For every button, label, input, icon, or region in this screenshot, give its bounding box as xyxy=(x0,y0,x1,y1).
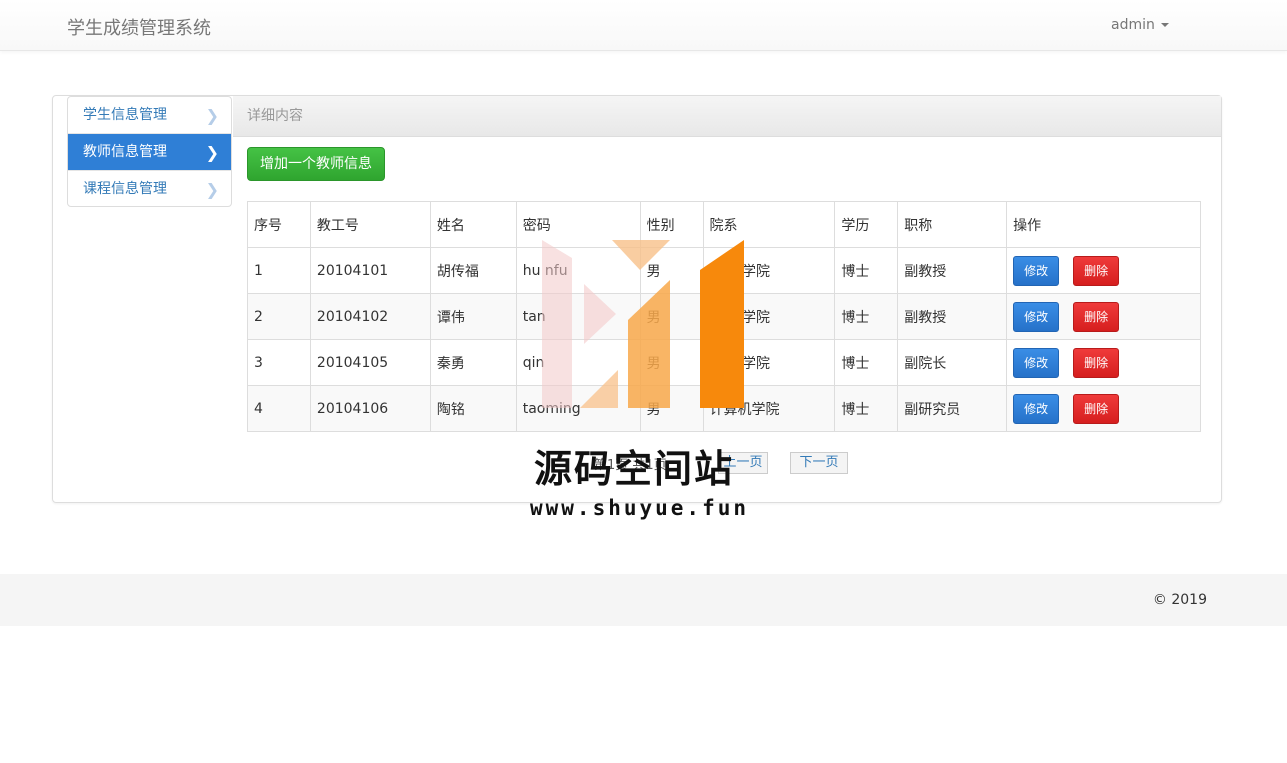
cell-degree: 博士 xyxy=(834,293,899,340)
cell-degree: 博士 xyxy=(834,247,899,294)
next-page-button[interactable]: 下一页 xyxy=(790,452,848,474)
chevron-right-icon: ❯ xyxy=(205,106,219,125)
table-row: 1 20104101 胡传福 hu nfu 男 计 机学院 博士 副教授 修改删… xyxy=(247,247,1201,294)
delete-button[interactable]: 删除 xyxy=(1073,255,1120,286)
column-header: 操作 xyxy=(1006,201,1201,248)
cell-actions: 修改 删除 xyxy=(1006,247,1201,294)
sidebar-item-teachers[interactable]: 教师信息管理 ❯ xyxy=(68,134,231,171)
cell-id: 20104106 xyxy=(309,385,431,432)
cell-name: 秦勇 xyxy=(429,339,517,386)
pager-info: 第1页 共1页 xyxy=(594,458,667,473)
delete-button[interactable]: 删除 xyxy=(1073,347,1120,378)
cell-actions: 修改 删除 xyxy=(1006,339,1201,386)
delete-button[interactable]: 删除 xyxy=(1073,393,1120,424)
edit-button[interactable]: 修改 xyxy=(1013,347,1060,378)
cell-dept: 计 机学院 xyxy=(702,293,836,340)
cell-name: 谭伟 xyxy=(429,293,517,340)
cell-password: tan xyxy=(515,293,641,340)
cell-no: 4 xyxy=(247,385,311,432)
cell-no: 1 xyxy=(247,247,311,294)
table-row: 4 20104106 陶铭 taoming 男 计算机学院 博士 副研究员 修改… xyxy=(247,385,1201,432)
column-header: 学历 xyxy=(834,201,899,248)
column-header: 院系 xyxy=(702,201,836,248)
sidebar-item-students[interactable]: 学生信息管理 ❯ xyxy=(68,97,231,134)
app-title[interactable]: 学生成绩管理系统 xyxy=(67,14,211,40)
cell-dept: 计算机学院 xyxy=(702,385,836,432)
sidebar-item-label: 课程信息管理 xyxy=(83,181,167,197)
add-teacher-button[interactable]: 增加一个教师信息 xyxy=(247,147,385,181)
panel-heading: 详细内容 xyxy=(233,96,1221,137)
column-header: 职称 xyxy=(897,201,1008,248)
cell-gender: 男 xyxy=(639,293,704,340)
cell-title: 副教授 xyxy=(897,247,1008,294)
table-header-row: 序号 教工号 姓名 密码 性别 院系 学历 职称 操作 xyxy=(247,201,1201,248)
cell-id: 20104105 xyxy=(309,339,431,386)
delete-button[interactable]: 删除 xyxy=(1073,301,1120,332)
edit-button[interactable]: 修改 xyxy=(1013,301,1060,332)
edit-button[interactable]: 修改 xyxy=(1013,255,1060,286)
top-navbar: 学生成绩管理系统 admin xyxy=(0,0,1287,51)
cell-title: 副院长 xyxy=(897,339,1008,386)
cell-id: 20104102 xyxy=(309,293,431,340)
copyright-text: © 2019 xyxy=(1152,592,1207,608)
cell-no: 2 xyxy=(247,293,311,340)
cell-name: 陶铭 xyxy=(429,385,517,432)
sidebar-item-label: 学生信息管理 xyxy=(83,107,167,123)
cell-password: hu nfu xyxy=(515,247,641,294)
cell-title: 副教授 xyxy=(897,293,1008,340)
table-row: 2 20104102 谭伟 tan 男 计 机学院 博士 副教授 修改 删除 xyxy=(247,293,1201,340)
edit-button[interactable]: 修改 xyxy=(1013,393,1060,424)
cell-name: 胡传福 xyxy=(429,247,517,294)
cell-actions: 修改 删除 xyxy=(1006,385,1201,432)
cell-password: taoming xyxy=(515,385,641,432)
prev-page-button[interactable]: 上一页 xyxy=(718,452,768,474)
sidebar-nav: 学生信息管理 ❯ 教师信息管理 ❯ 课程信息管理 ❯ xyxy=(67,96,232,207)
sidebar-item-label: 教师信息管理 xyxy=(83,144,167,160)
column-header: 密码 xyxy=(515,201,641,248)
caret-down-icon xyxy=(1160,23,1169,27)
cell-degree: 博士 xyxy=(834,385,899,432)
column-header: 教工号 xyxy=(309,201,431,248)
column-header: 序号 xyxy=(247,201,311,248)
cell-gender: 男 xyxy=(639,339,704,386)
cell-id: 20104101 xyxy=(309,247,431,294)
cell-gender: 男 xyxy=(639,385,704,432)
username-label: admin xyxy=(1111,17,1155,33)
teacher-table: 序号 教工号 姓名 密码 性别 院系 学历 职称 操作 1 20104101 胡… xyxy=(247,201,1201,432)
cell-no: 3 xyxy=(247,339,311,386)
cell-dept: 计 机学院 xyxy=(702,247,836,294)
cell-gender: 男 xyxy=(639,247,704,294)
sidebar-item-courses[interactable]: 课程信息管理 ❯ xyxy=(68,171,231,206)
cell-actions: 修改 删除 xyxy=(1006,293,1201,340)
cell-password: qin xyxy=(515,339,641,386)
user-menu-dropdown[interactable]: admin xyxy=(1111,17,1169,33)
cell-title: 副研究员 xyxy=(897,385,1008,432)
chevron-right-icon: ❯ xyxy=(205,180,219,199)
chevron-right-icon: ❯ xyxy=(205,143,219,162)
column-header: 姓名 xyxy=(429,201,517,248)
cell-dept: 计 机学院 xyxy=(702,339,836,386)
cell-degree: 博士 xyxy=(834,339,899,386)
column-header: 性别 xyxy=(639,201,704,248)
page-footer: © 2019 xyxy=(0,574,1287,626)
table-row: 3 20104105 秦勇 qin 男 计 机学院 博士 副院长 修改 删除 xyxy=(247,339,1201,386)
